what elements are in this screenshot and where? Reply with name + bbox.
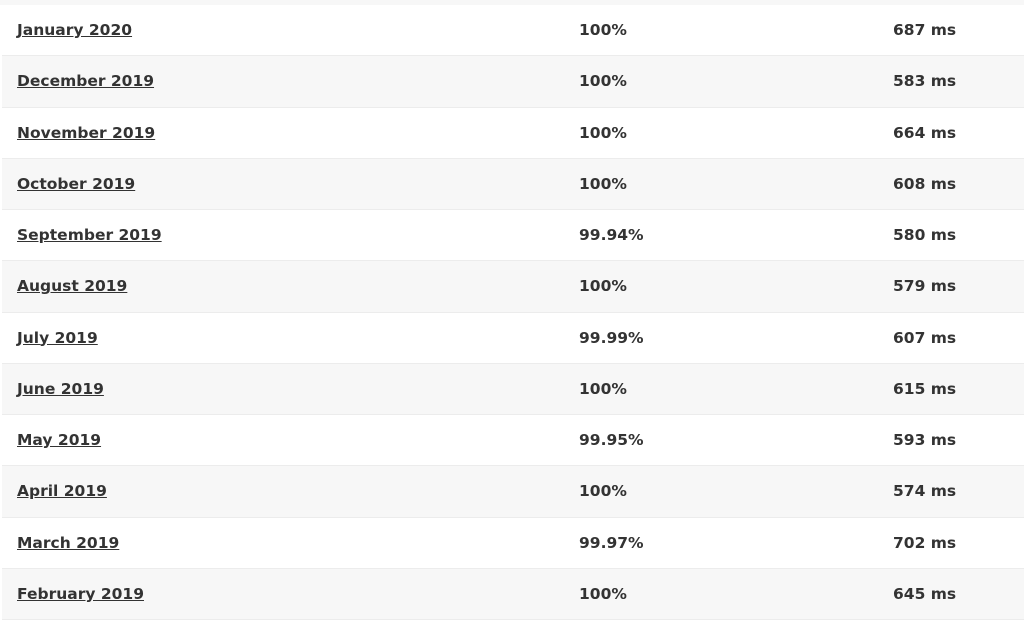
uptime-value: 100% [579,277,627,296]
response-time-value: 664 ms [893,123,957,142]
response-time-value: 645 ms [893,584,957,603]
uptime-value: 99.94% [579,226,644,244]
uptime-value: 99.99% [579,328,644,347]
response-time-value: 574 ms [893,482,957,501]
month-link[interactable]: February 2019 [17,569,144,620]
uptime-value: 100% [579,174,627,193]
uptime-value: 100% [579,379,627,398]
month-link[interactable]: August 2019 [17,261,127,312]
monthly-uptime-table: January 2020 100% 687 ms December 2019 100% 5… [2,5,1024,620]
uptime-value: 100% [579,123,627,142]
table-row: February 2019 100% 645 ms [2,568,1024,620]
uptime-value: 100% [579,21,627,39]
uptime-value: 99.97% [579,533,644,552]
month-link[interactable]: April 2019 [17,466,107,517]
table-row: September 2019 99.94% 580 ms [2,210,1024,262]
month-link[interactable]: March 2019 [17,518,119,569]
table-row: December 2019 100% 583 ms [2,56,1024,108]
month-link[interactable]: June 2019 [17,364,104,415]
month-link[interactable]: October 2019 [17,159,135,210]
response-time-value: 687 ms [893,21,957,39]
uptime-value: 100% [579,482,627,501]
response-time-value: 608 ms [893,174,957,193]
table-row: July 2019 99.99% 607 ms [2,312,1024,364]
month-link[interactable]: September 2019 [17,210,162,261]
table-row: August 2019 100% 579 ms [2,261,1024,313]
month-link[interactable]: May 2019 [17,415,101,466]
response-time-value: 607 ms [893,328,957,347]
response-time-value: 583 ms [893,72,957,91]
table-row: January 2020 100% 687 ms [2,5,1024,57]
table-row: June 2019 100% 615 ms [2,363,1024,415]
month-link[interactable]: January 2020 [17,5,132,56]
table-row: May 2019 99.95% 593 ms [2,415,1024,467]
table-row: November 2019 100% 664 ms [2,107,1024,159]
response-time-value: 580 ms [893,226,957,244]
response-time-value: 615 ms [893,379,957,398]
table-row: October 2019 100% 608 ms [2,158,1024,210]
uptime-value: 99.95% [579,431,644,449]
response-time-value: 702 ms [893,533,957,552]
response-time-value: 579 ms [893,277,957,296]
month-link[interactable]: December 2019 [17,56,154,107]
month-link[interactable]: November 2019 [17,108,155,159]
table-row: March 2019 99.97% 702 ms [2,517,1024,569]
uptime-value: 100% [579,72,627,91]
month-link[interactable]: July 2019 [17,313,98,364]
table-row: April 2019 100% 574 ms [2,466,1024,518]
response-time-value: 593 ms [893,431,957,449]
uptime-value: 100% [579,584,627,603]
